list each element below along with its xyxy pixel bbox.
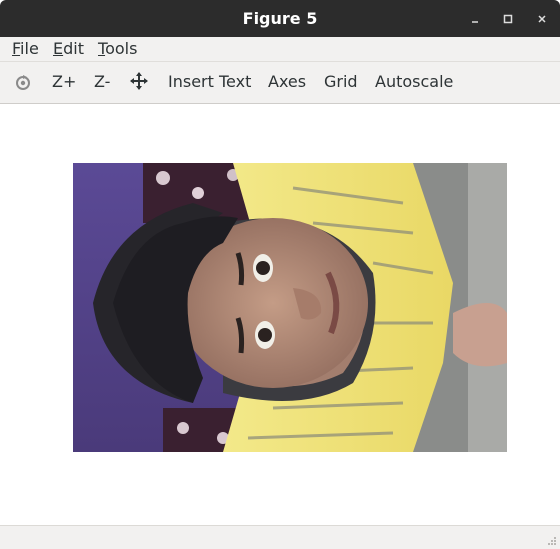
zoom-out-button[interactable]: Z- [94,72,110,91]
reset-view-button[interactable] [13,72,33,96]
toolbar: Z+ Z- Insert Text Axes Grid Autoscale [0,62,560,104]
zoom-in-button[interactable]: Z+ [52,72,76,91]
menu-tools[interactable]: Tools [98,39,137,58]
minimize-button[interactable] [465,9,485,29]
menu-bar: File Edit Tools [0,37,560,62]
close-button[interactable] [532,9,552,29]
axes-button[interactable]: Axes [268,72,306,91]
menu-edit[interactable]: Edit [53,39,84,58]
maximize-icon [503,14,513,24]
grid-button[interactable]: Grid [324,72,358,91]
close-icon [538,15,546,23]
window-titlebar[interactable]: Figure 5 [0,0,560,37]
menu-file[interactable]: File [12,39,39,58]
autoscale-button[interactable]: Autoscale [375,72,453,91]
menu-tools-label: ools [105,39,138,58]
photo-image [73,163,507,452]
refresh-icon [16,75,30,90]
minimize-icon [472,21,478,23]
figure-canvas[interactable] [0,104,560,525]
menu-edit-label: dit [63,39,84,58]
menu-file-mnemonic: F [12,39,21,58]
menu-edit-mnemonic: E [53,39,64,58]
menu-file-label: ile [20,39,39,58]
portrait-photo [73,163,507,452]
status-bar [0,525,560,549]
maximize-button[interactable] [498,9,518,29]
insert-text-button[interactable]: Insert Text [168,72,251,91]
move-arrows-icon [130,72,148,90]
menu-tools-mnemonic: T [98,39,106,58]
resize-grip-icon[interactable] [547,536,557,546]
pan-button[interactable] [130,72,148,94]
